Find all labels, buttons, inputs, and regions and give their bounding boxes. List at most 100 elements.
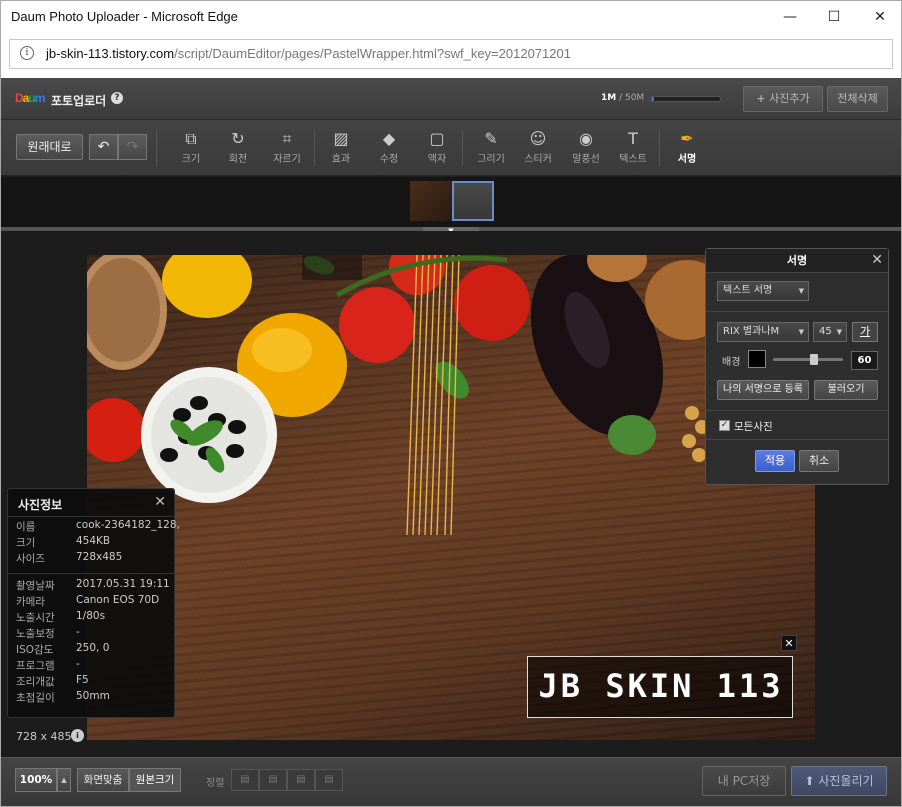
photo-info-label: 카메라 (16, 596, 45, 608)
divider (8, 573, 174, 574)
tool-label: 액자 (427, 154, 447, 165)
app-title: 포토업로더 (51, 94, 107, 108)
redo-icon: ↷ (126, 139, 139, 155)
tool-retouch[interactable]: ◆ 수정 (365, 128, 413, 170)
tool-crop[interactable]: ⌗ 자르기 (263, 128, 311, 170)
url-field[interactable]: i jb-skin-113.tistory.com/script/DaumEdi… (9, 39, 893, 69)
photo-info-label: 촬영날짜 (16, 580, 55, 592)
load-signature-button[interactable]: 불러오기 (814, 380, 878, 400)
revert-original-button[interactable]: 원래대로 (16, 134, 83, 160)
window-titlebar: Daum Photo Uploader - Microsoft Edge — ☐… (0, 0, 902, 32)
signature-text: JB SKIN 113 (538, 667, 784, 705)
delete-all-button[interactable]: 전체삭제 (827, 86, 888, 112)
fit-screen-button[interactable]: 화면맞춤 (77, 768, 129, 792)
tool-bubble[interactable]: ◉ 말풍선 (562, 128, 610, 170)
photo-info-row: 카메라 Canon EOS 70D (16, 594, 159, 609)
upload-photos-button[interactable]: ⬆ 사진올리기 (791, 766, 887, 796)
font-select[interactable]: RIX 별과나M ▼ (717, 322, 809, 342)
site-info-icon[interactable]: i (20, 46, 34, 60)
undo-button[interactable]: ↶ (89, 134, 118, 160)
photo-info-title: 사진정보 (18, 498, 63, 512)
photo-info-row: 이름 cook-2364182_128, (16, 519, 180, 534)
photo-info-row: ISO감도 250, 0 (16, 642, 109, 657)
all-photos-checkbox[interactable]: ✓ (719, 420, 730, 431)
photo-info-panel: 사진정보 ✕ 이름 cook-2364182_128, 크기 454KB 사이즈 728x… (7, 488, 180, 718)
align-justify-button[interactable]: ▤ (315, 769, 343, 791)
tool-frame[interactable]: ▢ 액자 (413, 128, 461, 170)
minimize-button[interactable]: — (767, 1, 813, 33)
tomato-center (339, 287, 415, 363)
tool-resize[interactable]: ⧉ 크기 (167, 128, 215, 170)
redo-button[interactable]: ↷ (118, 134, 147, 160)
photo-info-label: 사이즈 (16, 553, 45, 565)
photo-info-value: 454KB (76, 535, 111, 547)
tool-rotate[interactable]: ↻ 회전 (214, 128, 262, 170)
original-size-button[interactable]: 원본크기 (129, 768, 181, 792)
photo-info-row: 프로그램 - (16, 658, 80, 673)
photo-info-row: 촬영날짜 2017.05.31 19:11 (16, 578, 170, 593)
url-path: /script/DaumEditor/pages/PastelWrapper.h… (174, 46, 571, 61)
photo-info-value: Canon EOS 70D (76, 594, 160, 606)
tool-label: 그리기 (477, 154, 505, 165)
apply-button[interactable]: 적용 (755, 450, 795, 472)
tool-label: 효과 (331, 154, 351, 165)
pen-nib-icon: ✒ (680, 129, 694, 148)
resize-icon: ⧉ (185, 129, 197, 148)
opacity-slider-thumb[interactable] (810, 354, 818, 365)
opacity-value[interactable]: 60 (851, 351, 878, 370)
tool-label: 크기 (181, 154, 201, 165)
background-label: 배경 (722, 357, 741, 368)
photo-info-label: 프로그램 (16, 660, 55, 672)
zoom-dropdown-button[interactable]: ▲ (57, 768, 71, 792)
zoom-level[interactable]: 100% (15, 768, 57, 792)
signature-panel-close-button[interactable]: ✕ (871, 252, 883, 268)
photo-info-row: 크기 454KB (16, 535, 110, 550)
align-right-button[interactable]: ▤ (287, 769, 315, 791)
chevron-down-icon: ▼ (836, 328, 842, 336)
signature-type-select[interactable]: 텍스트 서명 ▼ (717, 281, 809, 301)
align-left-button[interactable]: ▤ (231, 769, 259, 791)
save-to-pc-button[interactable]: 내 PC저장 (702, 766, 786, 796)
frame-icon: ▢ (429, 129, 445, 148)
register-signature-button[interactable]: 나의 서명으로 등록 (717, 380, 809, 400)
divider (706, 311, 888, 312)
thumbnail-selected[interactable] (452, 181, 494, 221)
tool-label: 회전 (228, 154, 248, 165)
thumbnail[interactable] (410, 181, 452, 221)
plus-icon: + (756, 92, 766, 105)
photo-info-row: 조리개값 F5 (16, 674, 89, 689)
tool-signature[interactable]: ✒ 서명 (663, 128, 711, 170)
photo-info-row: 사이즈 728x485 (16, 551, 122, 566)
align-left-icon: ▤ (240, 774, 250, 785)
brush-icon: ✎ (484, 129, 498, 148)
edit-toolbar: 원래대로 ↶ ↷ ⧉ 크기 ↻ 회전 ⌗ 자르기 ▨ 효과 ◆ 수정 ▢ 액자 ✎ 그리기 ☺ 스티커 ◉ 말풍선… (1, 120, 901, 176)
photo-info-label: 조리개값 (16, 676, 55, 688)
background-color-swatch[interactable] (748, 350, 766, 368)
font-size-select[interactable]: 45 ▼ (813, 322, 847, 342)
photo-info-row: 노출시간 1/80s (16, 610, 105, 625)
tool-draw[interactable]: ✎ 그리기 (467, 128, 515, 170)
photo-info-close-button[interactable]: ✕ (154, 494, 166, 510)
font-size-value: 45 (819, 326, 832, 337)
close-window-button[interactable]: ✕ (857, 1, 902, 33)
add-photo-button[interactable]: + 사진추가 (743, 86, 823, 112)
tool-text[interactable]: T 텍스트 (609, 128, 657, 170)
maximize-button[interactable]: ☐ (811, 1, 857, 33)
tool-effect[interactable]: ▨ 효과 (317, 128, 365, 170)
signature-remove-button[interactable]: ✕ (781, 635, 797, 651)
tool-sticker[interactable]: ☺ 스티커 (514, 128, 562, 170)
align-center-button[interactable]: ▤ (259, 769, 287, 791)
photo-info-row: 노출보정 - (16, 626, 80, 641)
info-icon[interactable]: i (71, 729, 84, 742)
image-dimensions: 728 x 485 (16, 730, 72, 743)
help-icon[interactable]: ? (111, 92, 123, 104)
cancel-button[interactable]: 취소 (799, 450, 839, 472)
opacity-slider-track[interactable] (773, 358, 843, 361)
signature-box[interactable]: JB SKIN 113 (527, 656, 793, 718)
text-style-button[interactable]: 가 (852, 322, 878, 342)
photo-info-value: cook-2364182_128, (76, 519, 180, 531)
tool-label: 말풍선 (572, 154, 600, 165)
photo-info-label: 이름 (16, 521, 36, 533)
rotate-icon: ↻ (231, 129, 245, 148)
toolbar-divider (314, 130, 315, 166)
